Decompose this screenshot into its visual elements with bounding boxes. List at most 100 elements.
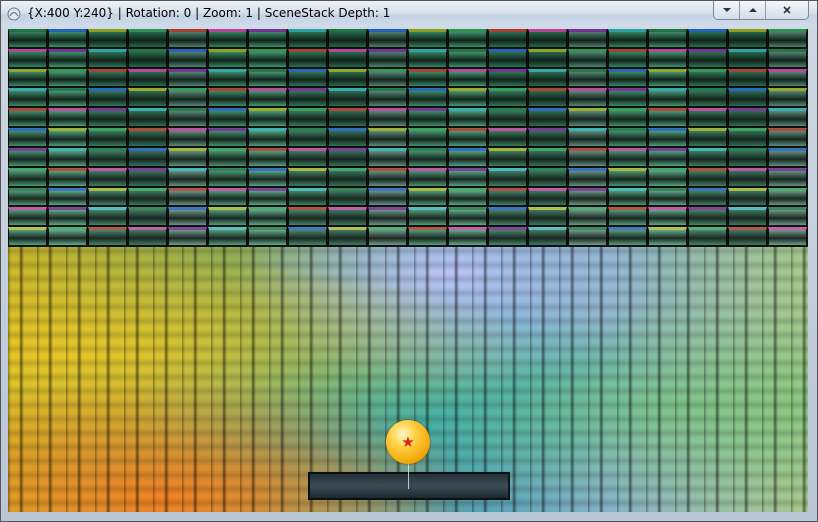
- brick: [248, 207, 287, 227]
- brick: [8, 48, 47, 68]
- brick: [168, 128, 207, 147]
- brick: [328, 167, 367, 187]
- brick: [688, 48, 727, 68]
- brick: [208, 68, 247, 88]
- brick: [248, 227, 287, 246]
- brick: [488, 147, 527, 167]
- brick: [608, 108, 647, 128]
- brick: [488, 128, 527, 147]
- brick: [688, 187, 727, 207]
- brick: [448, 88, 487, 108]
- minimize-button[interactable]: [714, 1, 740, 19]
- maximize-button[interactable]: [740, 1, 766, 19]
- brick: [208, 147, 247, 167]
- brick: [128, 207, 167, 227]
- brick: [208, 108, 247, 128]
- brick: [48, 167, 87, 187]
- brick: [568, 207, 607, 227]
- brick: [528, 187, 567, 207]
- brick: [688, 128, 727, 147]
- brick: [448, 167, 487, 187]
- brick: [208, 29, 247, 48]
- game-viewport[interactable]: ★: [8, 29, 808, 512]
- brick: [368, 68, 407, 88]
- brick: [608, 167, 647, 187]
- brick: [608, 29, 647, 48]
- brick: [648, 187, 687, 207]
- brick: [408, 128, 447, 147]
- brick: [248, 68, 287, 88]
- brick: [608, 48, 647, 68]
- brick: [608, 207, 647, 227]
- brick: [448, 68, 487, 88]
- brick: [88, 147, 127, 167]
- brick: [328, 108, 367, 128]
- brick: [448, 147, 487, 167]
- brick: [8, 29, 47, 48]
- window-controls: [713, 1, 809, 20]
- brick: [48, 147, 87, 167]
- brick: [128, 187, 167, 207]
- brick: [488, 108, 527, 128]
- brick: [48, 29, 87, 48]
- brick: [608, 88, 647, 108]
- brick: [448, 108, 487, 128]
- title-bar[interactable]: {X:400 Y:240} | Rotation: 0 | Zoom: 1 | …: [1, 1, 817, 27]
- brick: [528, 167, 567, 187]
- brick: [368, 108, 407, 128]
- brick: [288, 167, 327, 187]
- brick: [368, 48, 407, 68]
- brick: [128, 88, 167, 108]
- brick: [288, 207, 327, 227]
- brick: [728, 48, 767, 68]
- brick: [128, 128, 167, 147]
- brick: [688, 29, 727, 48]
- game-window: {X:400 Y:240} | Rotation: 0 | Zoom: 1 | …: [0, 0, 818, 522]
- brick: [728, 88, 767, 108]
- brick: [768, 128, 807, 147]
- brick: [608, 68, 647, 88]
- brick: [288, 88, 327, 108]
- brick: [88, 108, 127, 128]
- brick: [368, 29, 407, 48]
- brick: [648, 227, 687, 246]
- brick: [648, 88, 687, 108]
- brick: [88, 128, 127, 147]
- brick: [408, 29, 447, 48]
- brick: [328, 88, 367, 108]
- brick: [48, 187, 87, 207]
- brick: [288, 227, 327, 246]
- brick: [248, 29, 287, 48]
- brick: [328, 128, 367, 147]
- brick: [288, 128, 327, 147]
- brick: [328, 147, 367, 167]
- brick: [408, 167, 447, 187]
- brick: [48, 68, 87, 88]
- brick: [168, 48, 207, 68]
- brick: [528, 227, 567, 246]
- brick: [248, 48, 287, 68]
- brick: [448, 207, 487, 227]
- brick: [288, 108, 327, 128]
- brick: [728, 108, 767, 128]
- brick: [728, 187, 767, 207]
- brick: [368, 147, 407, 167]
- brick: [328, 227, 367, 246]
- brick: [368, 207, 407, 227]
- brick: [208, 207, 247, 227]
- brick: [568, 48, 607, 68]
- brick: [128, 147, 167, 167]
- brick: [168, 227, 207, 246]
- brick: [688, 227, 727, 246]
- minimize-icon: [722, 8, 731, 12]
- paddle[interactable]: [308, 472, 510, 500]
- brick: [488, 167, 527, 187]
- brick: [368, 167, 407, 187]
- brick: [168, 88, 207, 108]
- brick: [328, 207, 367, 227]
- brick: [168, 167, 207, 187]
- brick: [48, 227, 87, 246]
- brick: [528, 147, 567, 167]
- close-button[interactable]: [766, 1, 808, 19]
- brick: [648, 29, 687, 48]
